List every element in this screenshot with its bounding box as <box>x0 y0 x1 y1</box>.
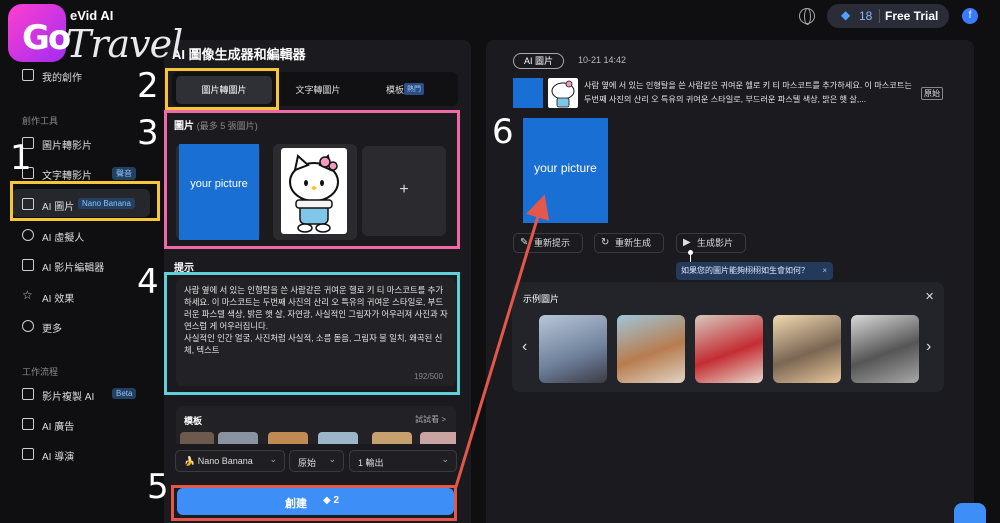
brand-logo: Go <box>8 4 71 62</box>
page-title: AI 圖像生成器和編輯器 <box>172 47 306 62</box>
annotation-arrow <box>453 194 550 491</box>
logo-go-text: Go <box>22 18 71 58</box>
logo-travel-text: Travel <box>66 22 183 66</box>
